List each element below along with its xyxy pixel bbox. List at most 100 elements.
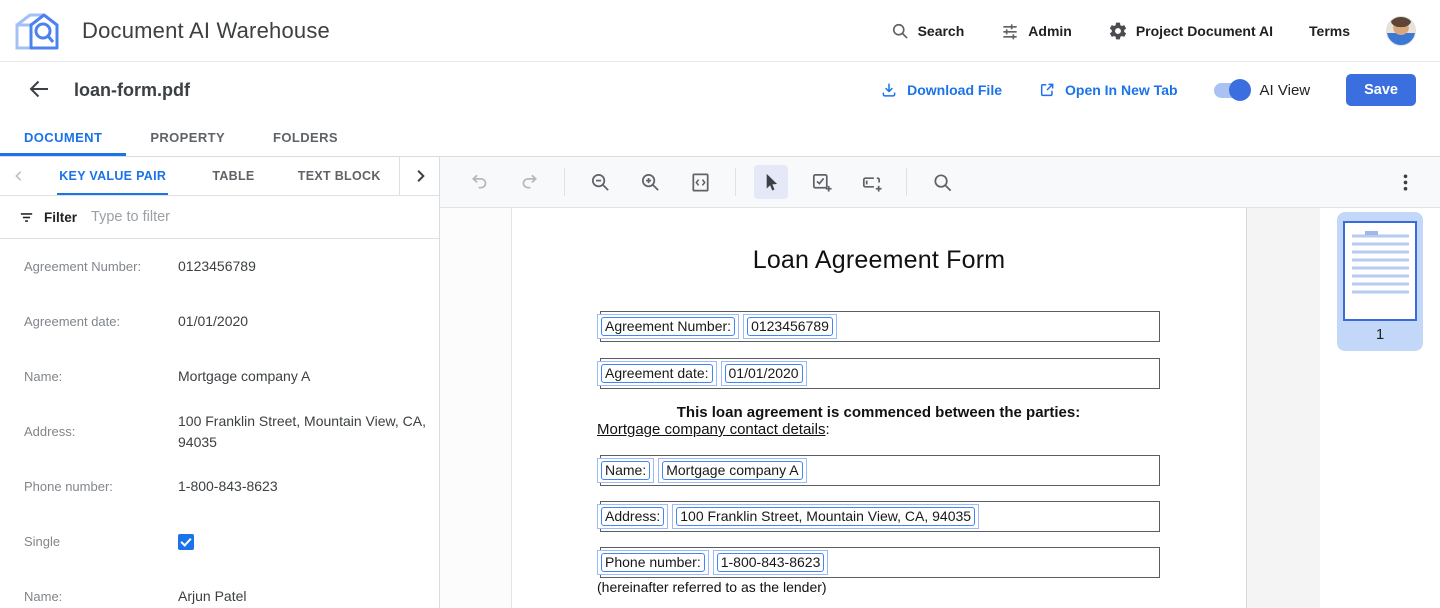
chevron-left-icon	[11, 168, 27, 184]
add-checkbox-annotation-icon	[810, 171, 833, 194]
add-text-annotation-button[interactable]	[854, 165, 888, 199]
nav-project-label: Project Document AI	[1136, 23, 1273, 39]
tab-key-value-pair[interactable]: KEY VALUE PAIR	[38, 157, 188, 195]
pdf-page[interactable]: Loan Agreement Form Agreement Number: 01…	[511, 208, 1247, 608]
back-button[interactable]	[26, 77, 52, 103]
toolbar-divider	[735, 168, 736, 196]
redo-button[interactable]	[512, 165, 546, 199]
kv-row[interactable]: Single	[0, 514, 439, 569]
annotation-value-text: 1-800-843-8623	[717, 553, 825, 572]
add-checkbox-annotation-button[interactable]	[804, 165, 838, 199]
nav-terms[interactable]: Terms	[1309, 23, 1350, 39]
annotation-value-box[interactable]: 01/01/2020	[721, 361, 807, 386]
save-button[interactable]: Save	[1346, 74, 1416, 106]
ai-view-toggle-group: AI View	[1214, 82, 1311, 99]
thumbnail-panel: 1	[1320, 208, 1440, 608]
search-document-button[interactable]	[925, 165, 959, 199]
pointer-tool-button[interactable]	[754, 165, 788, 199]
nav-admin[interactable]: Admin	[1000, 21, 1072, 41]
annotation-value-box[interactable]: 0123456789	[743, 314, 837, 339]
panel-tabs-scroll-left-button[interactable]	[0, 157, 38, 195]
document-title: Loan Agreement Form	[512, 246, 1246, 275]
add-text-annotation-icon	[860, 171, 883, 194]
open-in-new-icon	[1038, 81, 1056, 99]
overflow-menu-button[interactable]	[1388, 165, 1422, 199]
canvas-right-gutter	[1247, 208, 1320, 608]
filter-icon	[18, 209, 35, 226]
page-thumbnail[interactable]: 1	[1337, 212, 1423, 351]
tab-table[interactable]: TABLE	[188, 157, 280, 195]
filter-label: Filter	[44, 210, 77, 225]
annotation-value-box[interactable]: 1-800-843-8623	[713, 550, 829, 575]
page-thumbnail-preview	[1343, 221, 1417, 321]
single-checkbox[interactable]	[178, 534, 194, 550]
annotation-key-text: Address:	[601, 507, 664, 526]
ai-view-toggle[interactable]	[1214, 83, 1248, 98]
filter-input[interactable]	[91, 209, 439, 225]
tune-icon	[1000, 21, 1020, 41]
download-file-button[interactable]: Download File	[880, 81, 1002, 99]
document-footer-note: (hereinafter referred to as the lender)	[597, 579, 827, 595]
gear-icon	[1108, 21, 1128, 41]
file-bar-actions: Download File Open In New Tab AI View Sa…	[880, 74, 1416, 106]
toolbar-divider	[564, 168, 565, 196]
tab-folders[interactable]: FOLDERS	[249, 118, 362, 156]
kv-row[interactable]: Agreement date: 01/01/2020	[0, 294, 439, 349]
tab-document[interactable]: DOCUMENT	[0, 118, 126, 156]
nav-search[interactable]: Search	[890, 21, 965, 41]
arrow-back-icon	[27, 77, 51, 101]
zoom-out-button[interactable]	[583, 165, 617, 199]
kv-key: Phone number:	[24, 479, 178, 494]
toggle-knob	[1229, 79, 1251, 101]
kv-row[interactable]: Name: Arjun Patel	[0, 569, 439, 608]
kv-row[interactable]: Address: 100 Franklin Street, Mountain V…	[0, 404, 439, 459]
annotation-key-box[interactable]: Agreement date:	[597, 361, 717, 386]
annotation-key-box[interactable]: Name:	[597, 458, 654, 483]
annotation-key-box[interactable]: Phone number:	[597, 550, 709, 575]
kv-key: Name:	[24, 369, 178, 384]
chevron-right-icon	[411, 167, 429, 185]
annotation-key-box[interactable]: Agreement Number:	[597, 314, 739, 339]
undo-button[interactable]	[462, 165, 496, 199]
annotation-value-box[interactable]: 100 Franklin Street, Mountain View, CA, …	[672, 504, 979, 529]
form-field-row: Agreement date: 01/01/2020	[600, 358, 1160, 389]
annotation-value-text: 100 Franklin Street, Mountain View, CA, …	[676, 507, 975, 526]
document-section-heading: Mortgage company contact details:	[597, 421, 830, 438]
kv-value[interactable]: 01/01/2020	[178, 311, 430, 332]
tab-property[interactable]: PROPERTY	[126, 118, 249, 156]
nav-project[interactable]: Project Document AI	[1108, 21, 1273, 41]
kv-row[interactable]: Name: Mortgage company A	[0, 349, 439, 404]
annotation-value-text: Mortgage company A	[662, 461, 802, 480]
kv-value[interactable]: 100 Franklin Street, Mountain View, CA, …	[178, 411, 430, 453]
kv-value[interactable]: Arjun Patel	[178, 586, 430, 607]
fit-to-width-button[interactable]	[683, 165, 717, 199]
key-value-list: Agreement Number: 0123456789 Agreement d…	[0, 239, 439, 608]
user-avatar[interactable]	[1386, 16, 1416, 46]
zoom-in-button[interactable]	[633, 165, 667, 199]
kv-value-checkbox-cell	[178, 534, 430, 550]
section-colon: :	[825, 421, 829, 438]
form-field-row: Phone number: 1-800-843-8623	[600, 547, 1160, 578]
file-name: loan-form.pdf	[74, 80, 190, 101]
annotation-key-text: Name:	[601, 461, 650, 480]
download-file-label: Download File	[907, 82, 1002, 98]
kv-value[interactable]: 1-800-843-8623	[178, 476, 430, 497]
ai-view-label: AI View	[1260, 82, 1311, 99]
kv-key: Address:	[24, 424, 178, 439]
canvas-left-gutter	[440, 208, 511, 608]
overflow-menu-icon	[1394, 171, 1417, 194]
panel-tabs-scroll-right-button[interactable]	[399, 157, 439, 195]
tab-text-block[interactable]: TEXT BLOCK	[279, 157, 399, 195]
kv-key: Agreement Number:	[24, 259, 178, 274]
kv-value[interactable]: Mortgage company A	[178, 366, 430, 387]
search-icon	[890, 21, 910, 41]
annotation-value-box[interactable]: Mortgage company A	[658, 458, 806, 483]
kv-row[interactable]: Phone number: 1-800-843-8623	[0, 459, 439, 514]
kv-value[interactable]: 0123456789	[178, 256, 430, 277]
annotation-key-box[interactable]: Address:	[597, 504, 668, 529]
kv-row[interactable]: Agreement Number: 0123456789	[0, 239, 439, 294]
open-in-new-tab-button[interactable]: Open In New Tab	[1038, 81, 1178, 99]
kv-key: Name:	[24, 589, 178, 604]
app-header: Document AI Warehouse Search Admin Proje…	[0, 0, 1440, 62]
nav-admin-label: Admin	[1028, 23, 1072, 39]
